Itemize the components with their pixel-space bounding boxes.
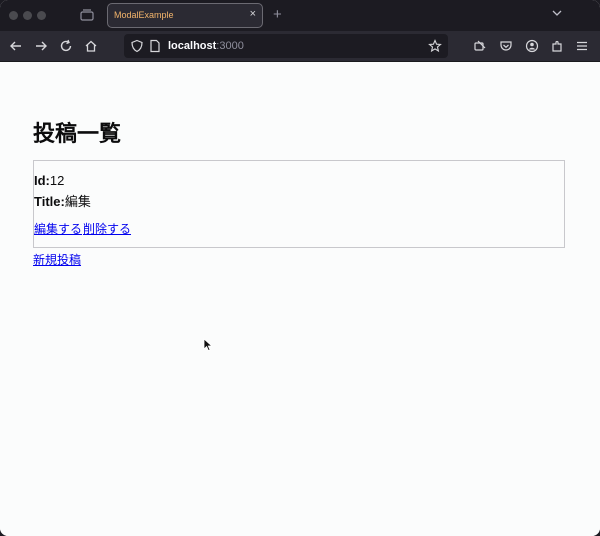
- home-icon[interactable]: [84, 39, 98, 53]
- post-id: Id:12: [34, 173, 64, 188]
- new-tab-icon[interactable]: +: [273, 6, 282, 23]
- page-title: 投稿一覧: [33, 121, 122, 146]
- tab-modal-example[interactable]: ModalExample ×: [107, 3, 263, 28]
- back-arrow-icon[interactable]: [9, 39, 23, 53]
- tab-close-icon[interactable]: ×: [250, 8, 256, 20]
- pocket-icon[interactable]: [499, 39, 513, 53]
- account-icon[interactable]: [525, 39, 539, 53]
- forward-arrow-icon[interactable]: [34, 39, 48, 53]
- tab-title: ModalExample: [114, 10, 174, 20]
- minimize-window-icon[interactable]: [23, 11, 32, 20]
- reload-icon[interactable]: [59, 39, 73, 53]
- mouse-pointer-icon: [203, 338, 213, 352]
- title-bar: ModalExample × +: [0, 0, 600, 31]
- url-bar[interactable]: localhost:3000: [124, 34, 448, 58]
- post-id-label: Id:: [34, 173, 50, 188]
- page-icon[interactable]: [148, 39, 162, 53]
- nav-toolbar: localhost:3000: [0, 31, 600, 62]
- post-id-value: 12: [49, 173, 65, 188]
- url-text: localhost:3000: [168, 40, 244, 52]
- maximize-window-icon[interactable]: [37, 11, 46, 20]
- post-card: Id:12 Title:編集 編集する 削除する: [33, 160, 565, 248]
- tab-overview-icon[interactable]: [80, 9, 94, 21]
- close-window-icon[interactable]: [9, 11, 18, 20]
- edit-link[interactable]: 編集する: [34, 220, 82, 237]
- delete-link[interactable]: 削除する: [83, 220, 131, 237]
- browser-window: ModalExample × + localhost:3000 投稿一覧 Id:…: [0, 0, 600, 536]
- bookmark-star-icon[interactable]: [428, 39, 442, 53]
- extensions-icon[interactable]: [550, 39, 564, 53]
- shield-icon[interactable]: [130, 39, 144, 53]
- chevron-down-icon[interactable]: [552, 8, 562, 18]
- extension-puzzle-alt-icon[interactable]: [473, 39, 487, 53]
- post-title-label: Title:: [34, 194, 65, 209]
- menu-icon[interactable]: [575, 39, 589, 53]
- new-post-link[interactable]: 新規投稿: [33, 251, 81, 268]
- post-title-value: 編集: [64, 194, 91, 209]
- post-title: Title:編集: [34, 191, 91, 210]
- page-content: 投稿一覧 Id:12 Title:編集 編集する 削除する 新規投稿: [0, 62, 600, 536]
